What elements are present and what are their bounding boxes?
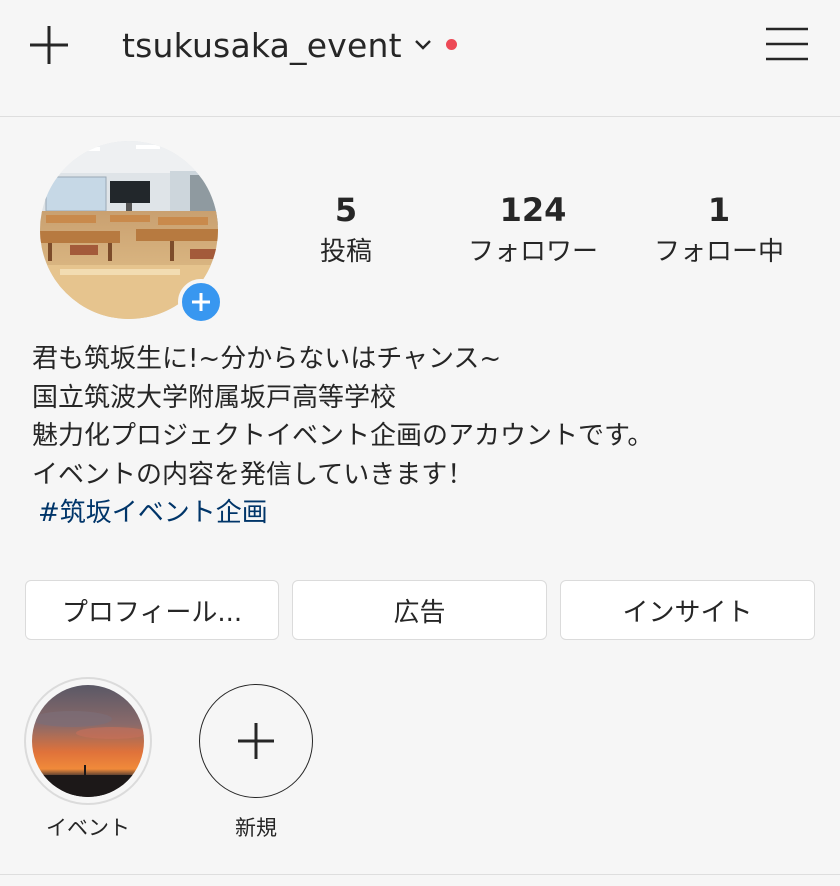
- followers-stat[interactable]: 124 フォロワー: [443, 188, 623, 272]
- highlight-cover-ring: [24, 677, 152, 805]
- bio-line: イベントの内容を発信していきます！: [32, 459, 474, 490]
- top-bar: tsukusaka_event: [0, 0, 840, 117]
- highlight-event[interactable]: イベント: [23, 677, 153, 841]
- new-post-plus-icon[interactable]: [27, 23, 71, 67]
- followers-count: 124: [499, 191, 567, 229]
- chevron-down-icon: [414, 40, 431, 50]
- plus-icon: [192, 293, 210, 311]
- following-label: フォロー中: [653, 237, 784, 267]
- bio-line: 君も筑坂生に!~分からないはチャンス~: [32, 344, 502, 374]
- following-stat[interactable]: 1 フォロー中: [629, 188, 809, 272]
- followers-label: フォロワー: [467, 237, 598, 267]
- bio-line: 国立筑波大学附属坂戸高等学校: [32, 382, 397, 413]
- bio-hashtag-link[interactable]: #筑坂イベント企画: [38, 494, 812, 533]
- posts-count: 5: [334, 191, 358, 229]
- bio-line: 魅力化プロジェクトイベント企画のアカウントです。: [32, 421, 654, 451]
- account-switcher[interactable]: tsukusaka_event: [122, 22, 432, 68]
- plus-icon: [238, 723, 274, 759]
- posts-stat[interactable]: 5 投稿: [256, 188, 436, 272]
- new-highlight-circle: [199, 684, 313, 798]
- profile-bio: 君も筑坂生に!~分からないはチャンス~ 国立筑波大学附属坂戸高等学校 魅力化プロ…: [32, 340, 812, 533]
- insights-button[interactable]: インサイト: [560, 580, 815, 640]
- following-count: 1: [707, 191, 731, 229]
- add-story-button[interactable]: [178, 279, 224, 325]
- username: tsukusaka_event: [122, 25, 402, 65]
- highlight-label: 新規: [235, 816, 277, 840]
- notification-dot: [446, 39, 457, 50]
- highlight-new[interactable]: 新規: [191, 677, 321, 841]
- edit-profile-button[interactable]: プロフィール...: [25, 580, 279, 640]
- sunset-photo: [32, 685, 144, 797]
- posts-label: 投稿: [319, 237, 372, 267]
- divider: [0, 874, 840, 875]
- hamburger-menu-icon[interactable]: [764, 24, 810, 64]
- highlight-label: イベント: [46, 816, 130, 840]
- promotions-button[interactable]: 広告: [292, 580, 547, 640]
